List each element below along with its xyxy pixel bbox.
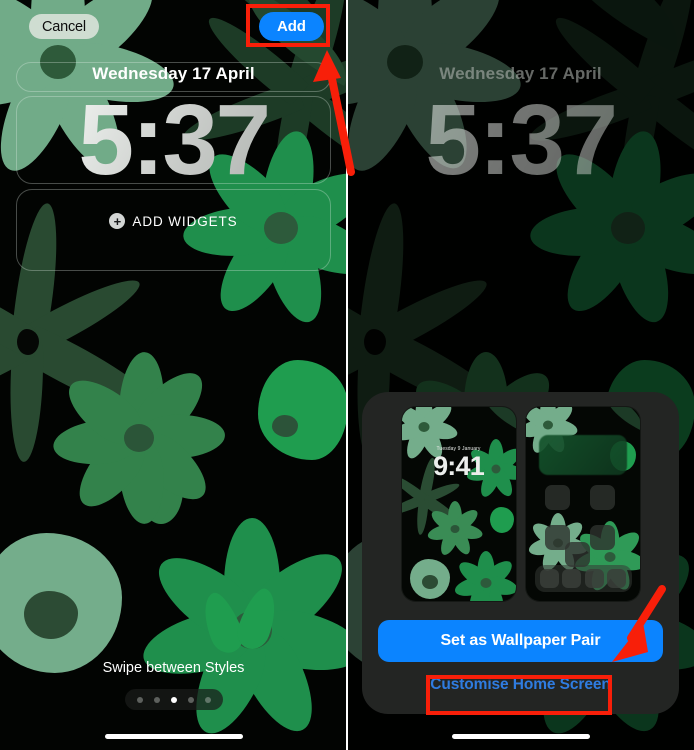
dock-slot[interactable] [540,569,560,588]
right-phone-panel: Wednesday 17 April 5:37 Tuesday 9 Januar… [347,0,694,750]
swipe-hint-text: Swipe between Styles [102,660,245,676]
decorative-leaf-icon [475,407,516,431]
decorative-blob-core [421,575,438,589]
background-time: 5:37 [347,86,694,194]
background-date: Wednesday 17 April [439,64,602,83]
page-dot-active[interactable] [170,696,177,703]
app-icon[interactable] [589,485,615,510]
page-dot[interactable] [204,696,211,703]
home-widget[interactable] [538,435,627,475]
lock-screen-preview[interactable]: Tuesday 9 January 9:41 [400,406,517,602]
left-phone-panel: Wednesday 17 April 5:37 + ADD WIDGETS Sw… [0,0,347,750]
page-dot[interactable] [153,696,160,703]
dock-slot[interactable] [584,569,604,588]
app-icon[interactable] [564,542,590,567]
dock[interactable] [534,565,632,592]
add-widgets-label: ADD WIDGETS [132,213,238,229]
plus-circle-icon: + [109,213,126,229]
panel-divider [346,0,348,750]
home-screen-preview[interactable] [524,406,641,602]
set-as-wallpaper-pair-button[interactable]: Set as Wallpaper Pair [378,620,663,662]
home-indicator[interactable] [104,734,243,739]
cancel-button[interactable]: Cancel [29,14,99,39]
page-dot[interactable] [136,696,143,703]
preview-row: Tuesday 9 January 9:41 [362,406,679,602]
dock-slot[interactable] [606,569,626,588]
page-dot[interactable] [187,696,194,703]
lock-screen-time: 5:37 [0,86,347,194]
decorative-blob-icon [489,507,514,533]
home-indicator[interactable] [451,734,590,739]
annotation-box-customise-button [426,675,612,715]
screenshot-root: Wednesday 17 April 5:37 + ADD WIDGETS Sw… [0,0,694,750]
app-icon[interactable] [589,525,615,550]
dock-slot[interactable] [562,569,582,588]
wallpaper-pair-sheet: Tuesday 9 January 9:41 Set as Wallpaper … [362,392,679,714]
decorative-leaf-icon [597,407,640,431]
widgets-slot[interactable] [16,189,331,271]
lock-screen-date: Wednesday 17 April [92,64,255,83]
lock-screen-content: Wednesday 17 April 5:37 + ADD WIDGETS Sw… [0,0,347,750]
preview-time: 9:41 [433,451,485,481]
style-page-indicator[interactable] [124,689,223,710]
annotation-box-add-button [246,4,330,47]
app-icon[interactable] [544,485,570,510]
add-widgets-button[interactable]: + ADD WIDGETS [0,213,347,229]
